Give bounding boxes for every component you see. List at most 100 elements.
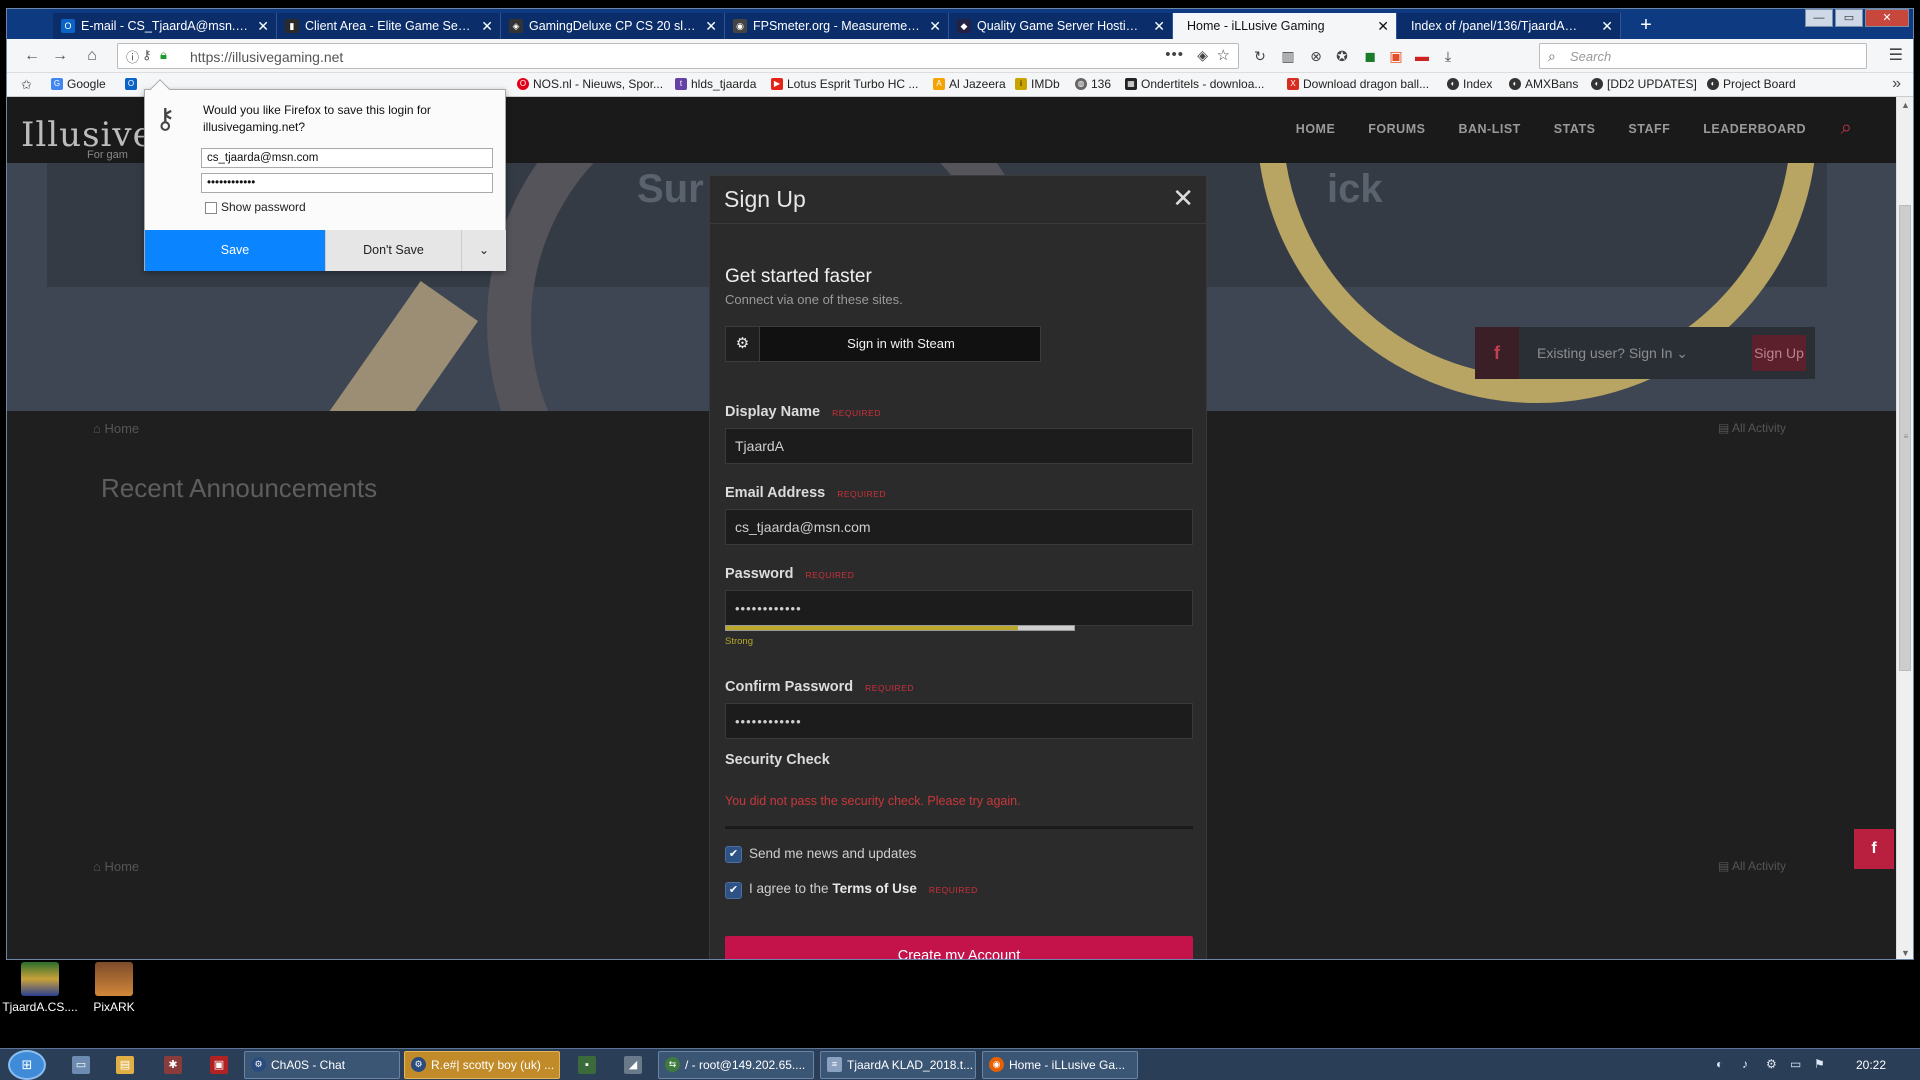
all-activity-link[interactable]: ▤ All Activity — [1718, 421, 1786, 435]
display-name-field[interactable] — [725, 428, 1193, 464]
breadcrumb[interactable]: ⌂ Home — [93, 421, 139, 436]
steam-signin-button[interactable]: ⚙ Sign in with Steam — [725, 326, 1041, 362]
scroll-down-icon[interactable]: ▼ — [1897, 945, 1913, 959]
tab-index-panel[interactable]: Index of /panel/136/TjaardA/Windo ✕ — [1397, 13, 1621, 39]
news-checkbox-label[interactable]: Send me news and updates — [749, 846, 916, 861]
bookmark-ondertitels[interactable]: ▦ Ondertitels - downloa... — [1125, 77, 1264, 91]
tab-email[interactable]: O E-mail - CS_TjaardA@msn.com ✕ — [53, 13, 277, 39]
sidebar-icon[interactable]: ▥ — [1279, 47, 1297, 65]
close-icon[interactable]: ✕ — [929, 13, 941, 39]
bookmark-aljazeera[interactable]: A Al Jazeera — [933, 77, 1006, 91]
bookmark-amxbans[interactable]: ◐ AMXBans — [1509, 77, 1578, 91]
minimize-button[interactable]: — — [1805, 9, 1833, 27]
tab-gamingdeluxe[interactable]: ◈ GamingDeluxe CP CS 20 slots 1 ✕ — [501, 13, 725, 39]
hamburger-menu-icon[interactable]: ☰ — [1889, 45, 1903, 65]
breadcrumb[interactable]: ⌂ Home — [93, 859, 139, 874]
password-field[interactable] — [725, 590, 1193, 626]
system-clock[interactable]: 20:22 — [1856, 1058, 1886, 1072]
app-icon[interactable]: ✱ — [164, 1056, 182, 1074]
url-text[interactable]: https://illusivegaming.net — [190, 49, 343, 65]
terms-checkbox[interactable]: ✔ — [725, 882, 742, 899]
sign-in-link[interactable]: Existing user? Sign In ⌄ — [1537, 345, 1688, 362]
facebook-icon[interactable]: f — [1854, 829, 1894, 869]
close-icon[interactable]: ✕ — [1377, 13, 1389, 39]
close-icon[interactable]: ✕ — [705, 13, 717, 39]
bookmark-index[interactable]: ◐ Index — [1447, 77, 1492, 91]
email-field[interactable] — [725, 509, 1193, 545]
flag-icon[interactable]: ⚑ — [1814, 1057, 1825, 1071]
hd-icon[interactable]: ▬ — [1413, 47, 1431, 65]
nav-staff[interactable]: STAFF — [1628, 122, 1670, 136]
signup-button[interactable]: Sign Up — [1752, 335, 1806, 371]
network-icon[interactable]: ◐ — [1716, 1057, 1723, 1071]
bookmark-dragonball[interactable]: X Download dragon ball... — [1287, 77, 1429, 91]
info-icon[interactable]: ⓘ — [126, 47, 139, 66]
download-icon[interactable]: ⤓ — [1439, 47, 1457, 65]
nav-home[interactable]: HOME — [1296, 122, 1336, 136]
close-icon[interactable]: ✕ — [257, 13, 269, 39]
tab-hosting[interactable]: ◆ Quality Game Server Hosting & ✕ — [949, 13, 1173, 39]
app-icon[interactable]: ◢ — [624, 1056, 642, 1074]
bookmark-nos[interactable]: O NOS.nl - Nieuws, Spor... — [517, 77, 663, 91]
taskbar-item-notepad[interactable]: ≡ TjaardA KLAD_2018.t... — [820, 1051, 976, 1079]
tab-home-illusive[interactable]: Home - iLLusive Gaming ✕ — [1173, 13, 1397, 39]
new-tab-button[interactable]: + — [1633, 13, 1659, 39]
news-checkbox[interactable]: ✔ — [725, 846, 742, 863]
back-button[interactable]: ← — [21, 45, 43, 67]
bookmark-project-board[interactable]: ◐ Project Board — [1707, 77, 1796, 91]
all-activity-link[interactable]: ▤ All Activity — [1718, 859, 1786, 873]
volume-icon[interactable]: ♪ — [1742, 1057, 1748, 1071]
scroll-thumb[interactable]: ≡ — [1899, 205, 1911, 671]
bookmark-dd2[interactable]: ◐ [DD2 UPDATES] — [1591, 77, 1697, 91]
bookmark-lotus[interactable]: ▶ Lotus Esprit Turbo HC ... — [771, 77, 918, 91]
show-desktop-icon[interactable]: ▭ — [72, 1056, 90, 1074]
search-icon[interactable]: ⌕ — [1841, 117, 1852, 140]
html5-icon[interactable]: ▣ — [1387, 47, 1405, 65]
saved-password-field[interactable] — [201, 173, 493, 193]
terms-checkbox-label[interactable]: I agree to the Terms of Use REQUIRED — [749, 881, 978, 896]
terminal-icon[interactable]: ▪ — [578, 1056, 596, 1074]
save-login-button[interactable]: Save — [145, 230, 325, 271]
close-window-button[interactable]: ✕ — [1865, 9, 1909, 27]
desktop-icon-pixark[interactable]: PixARK — [74, 962, 154, 1014]
bookmarks-menu-icon[interactable]: ✩ — [21, 77, 32, 93]
bookmark-star-icon[interactable]: ☆ — [1217, 46, 1230, 64]
maximize-button[interactable]: ▭ — [1835, 9, 1863, 27]
bookmark-imdb[interactable]: i IMDb — [1015, 77, 1060, 91]
nav-leaderboard[interactable]: LEADERBOARD — [1703, 122, 1806, 136]
taskbar-item-chaos-chat[interactable]: ⚙ ChA0S - Chat — [244, 1051, 400, 1079]
bookmark-google[interactable]: G Google — [51, 77, 106, 91]
facebook-icon[interactable]: f — [1475, 327, 1519, 379]
close-icon[interactable]: ✕ — [1172, 183, 1194, 214]
nav-stats[interactable]: STATS — [1554, 122, 1596, 136]
home-button[interactable]: ⌂ — [81, 45, 103, 67]
page-scrollbar[interactable]: ▲ ≡ ▼ — [1896, 97, 1913, 959]
saved-username-field[interactable] — [201, 148, 493, 168]
close-icon[interactable]: ✕ — [1153, 13, 1165, 39]
show-password-label[interactable]: Show password — [221, 200, 306, 214]
forward-button[interactable]: → — [49, 45, 71, 67]
addon-icon[interactable]: ⊗ — [1307, 47, 1325, 65]
steam-tray-icon[interactable]: ⚙ — [1766, 1057, 1777, 1071]
extension-icon[interactable]: ✪ — [1333, 47, 1351, 65]
terms-link[interactable]: Terms of Use — [832, 881, 917, 896]
desktop-icon-tjaarda[interactable]: TjaardA.CS.... — [0, 962, 80, 1014]
bookmark-136[interactable]: ◍ 136 — [1075, 77, 1111, 91]
tab-client-area[interactable]: ▮ Client Area - Elite Game Servers ✕ — [277, 13, 501, 39]
nav-forums[interactable]: FORUMS — [1368, 122, 1425, 136]
extension-badge-icon[interactable]: ◼ — [1361, 47, 1379, 65]
page-actions-icon[interactable]: ••• — [1165, 46, 1184, 63]
confirm-password-field[interactable] — [725, 703, 1193, 739]
dont-save-button[interactable]: Don't Save — [325, 230, 461, 271]
windows-start-icon[interactable]: ⊞ — [8, 1050, 46, 1080]
monitor-icon[interactable]: ▭ — [1790, 1057, 1801, 1071]
taskbar-item-scotty-chat[interactable]: ⚙ R.e#| scotty boy (uk) ... — [404, 1051, 560, 1079]
app-icon[interactable]: ▣ — [210, 1056, 228, 1074]
url-bar[interactable]: ⓘ ⚷ 🔒︎ https://illusivegaming.net ••• ◈ … — [117, 43, 1239, 69]
chevron-down-icon[interactable]: ⌄ — [461, 230, 506, 271]
tab-fpsmeter[interactable]: ◉ FPSmeter.org - Measurement 1 ✕ — [725, 13, 949, 39]
scroll-up-icon[interactable]: ▲ — [1897, 97, 1913, 113]
show-password-checkbox[interactable] — [205, 202, 217, 214]
search-bar[interactable]: ⌕ Search — [1539, 43, 1867, 69]
reload-icon[interactable]: ↻ — [1251, 47, 1269, 65]
